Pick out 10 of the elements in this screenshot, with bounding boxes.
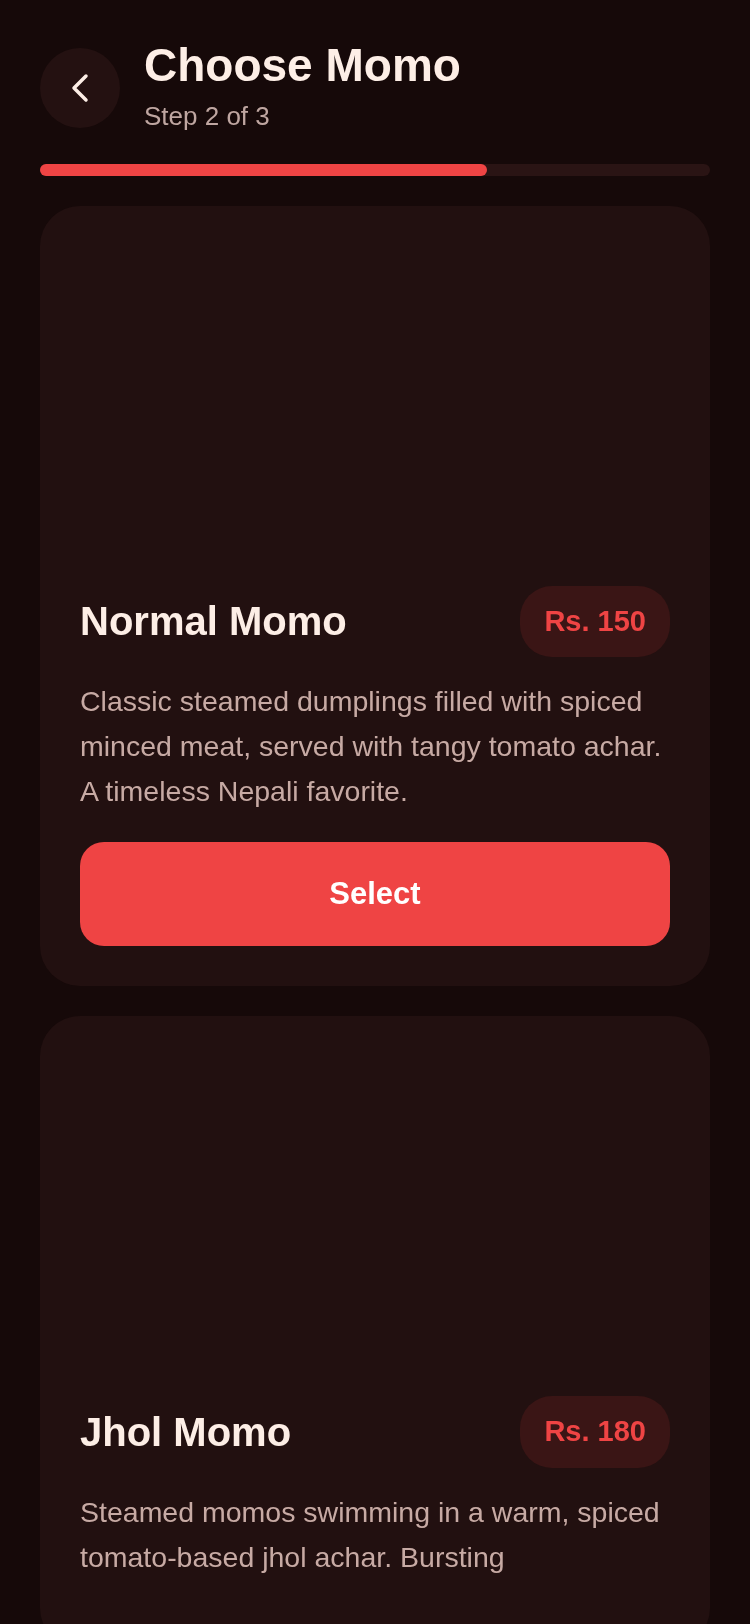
back-chevron-icon: [71, 72, 89, 103]
select-button[interactable]: Select: [80, 842, 670, 947]
step-indicator: Step 2 of 3: [144, 99, 271, 133]
item-name: Jhol Momo: [80, 1408, 292, 1456]
item-name: Normal Momo: [80, 598, 347, 646]
item-description: Classic steamed dumplings filled with spiced minced meat, served with tangy tomato achar. A timeless Nepali favorite.: [80, 684, 663, 810]
item-description: Steamed momos swimming in a warm, spiced tomato-based jhol achar. Bursting: [80, 1494, 661, 1575]
page-title: Choose Momo: [144, 40, 461, 91]
price-tag: Rs. 150: [520, 585, 670, 658]
price-tag: Rs. 180: [520, 1396, 670, 1468]
